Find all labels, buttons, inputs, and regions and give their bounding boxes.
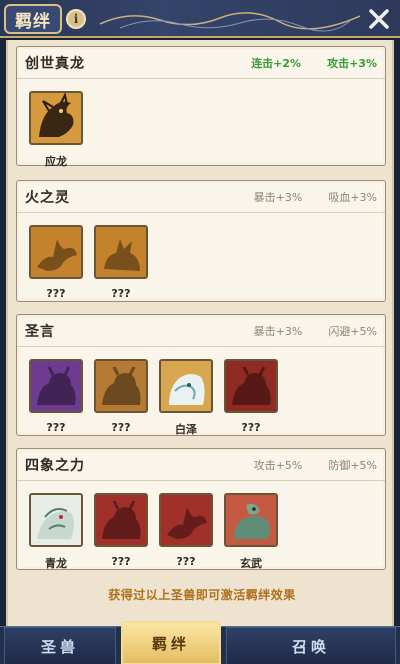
beast-silhouette-icon[interactable] [94, 493, 148, 547]
tab-summon[interactable]: 召唤 [226, 627, 396, 664]
bond-bonus-label: 攻击+5% [253, 458, 303, 472]
fox-silhouette-icon[interactable] [94, 225, 148, 279]
beast-name: 青龙 [45, 557, 67, 570]
baize-portrait-icon[interactable] [159, 359, 213, 413]
tab-bonds[interactable]: 羁绊 [121, 621, 221, 664]
bond-group-card: 火之灵 暴击+3% 吸血+3%?????? [16, 180, 386, 302]
beast-list: 青龙?????? 玄武 [17, 481, 385, 571]
bond-group-title: 创世真龙 [25, 55, 85, 72]
beast-name: ??? [111, 421, 131, 434]
bond-group-header: 圣言 暴击+3% 闪避+5% [17, 315, 385, 347]
bond-group-title: 四象之力 [25, 457, 85, 474]
beast-item[interactable]: 白泽 [159, 359, 213, 437]
beast-silhouette-icon[interactable] [29, 359, 83, 413]
bond-group-title: 圣言 [25, 323, 55, 340]
beast-name: ??? [46, 287, 66, 300]
beast-name: ??? [241, 421, 261, 434]
bond-bonus-label: 闪避+5% [328, 324, 377, 338]
header-bar: 羁绊 i [0, 0, 400, 38]
close-icon[interactable] [364, 4, 394, 34]
bond-panel[interactable]: 创世真龙 连击+2% 攻击+3% 应龙 火之灵 暴击+3% 吸血+3%?????? 圣言 暴击+… [6, 40, 394, 626]
wave-decoration-icon [100, 12, 360, 32]
bond-group-card: 四象之力 攻击+5% 防御+5% 青龙?????? 玄武 [16, 448, 386, 570]
bond-group-header: 四象之力 攻击+5% 防御+5% [17, 449, 385, 481]
beast-name: ??? [111, 555, 131, 568]
beast-name: ??? [176, 555, 196, 568]
beast-item[interactable]: 应龙 [29, 91, 83, 169]
beast-list: ?????? 白泽??? [17, 347, 385, 437]
bond-group-card: 圣言 暴击+3% 闪避+5%?????? 白泽??? [16, 314, 386, 436]
bond-bonus-label: 攻击+3% [327, 56, 377, 70]
beast-name: 白泽 [175, 423, 197, 436]
beast-item[interactable]: ??? [159, 493, 213, 571]
beast-item[interactable]: 玄武 [224, 493, 278, 571]
beast-name: ??? [111, 287, 131, 300]
bird-silhouette-icon[interactable] [159, 493, 213, 547]
beast-name: ??? [46, 421, 66, 434]
title-badge: 羁绊 [4, 4, 62, 34]
beast-name: 应龙 [45, 155, 67, 168]
page-title: 羁绊 [15, 11, 51, 32]
beast-item[interactable]: 青龙 [29, 493, 83, 571]
tab-holy-beasts[interactable]: 圣兽 [4, 627, 116, 664]
beast-item[interactable]: ??? [94, 359, 148, 437]
beast-item[interactable]: ??? [94, 225, 148, 300]
beast-item[interactable]: ??? [29, 225, 83, 300]
bond-bonus-label: 暴击+3% [253, 324, 303, 338]
beast-item[interactable]: ??? [29, 359, 83, 437]
beast-item[interactable]: ??? [94, 493, 148, 571]
bird-silhouette-icon[interactable] [29, 225, 83, 279]
activation-hint: 获得过以上圣兽即可激活羁绊效果 [108, 588, 296, 602]
bond-bonus-label: 暴击+3% [253, 190, 303, 204]
bond-group-card: 创世真龙 连击+2% 攻击+3% 应龙 [16, 46, 386, 169]
dragon-portrait-icon[interactable] [29, 91, 83, 145]
beast-item[interactable]: ??? [224, 359, 278, 437]
beast-list: ?????? [17, 213, 385, 300]
bottom-tab-bar: 圣兽 羁绊 召唤 [0, 621, 400, 664]
bond-group-header: 创世真龙 连击+2% 攻击+3% [17, 47, 385, 79]
azure-dragon-portrait-icon[interactable] [29, 493, 83, 547]
bond-group-header: 火之灵 暴击+3% 吸血+3% [17, 181, 385, 213]
bond-bonus-label: 防御+5% [328, 458, 377, 472]
bond-bonus-label: 吸血+3% [328, 190, 377, 204]
beast-silhouette-icon[interactable] [224, 359, 278, 413]
bond-bonus-label: 连击+2% [251, 56, 302, 70]
bond-group-title: 火之灵 [25, 189, 70, 206]
beast-silhouette-icon[interactable] [94, 359, 148, 413]
beast-list: 应龙 [17, 79, 385, 169]
info-icon[interactable]: i [66, 9, 86, 29]
black-tortoise-portrait-icon[interactable] [224, 493, 278, 547]
beast-name: 玄武 [240, 557, 262, 570]
